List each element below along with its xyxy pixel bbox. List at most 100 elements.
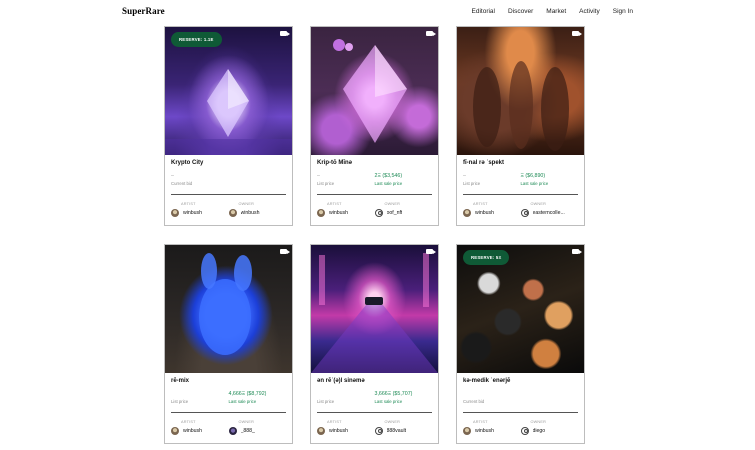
price-label: List price xyxy=(317,399,335,404)
last-sale-label: Last sale price xyxy=(520,181,549,186)
owner-block: OWNER 888vault xyxy=(374,420,433,435)
nav-links: Editorial Discover Market Activity Sign … xyxy=(472,8,634,15)
artwork-image[interactable] xyxy=(311,245,438,373)
artwork-card-cosmic-energy[interactable]: RESERVE: 5Ξ kə-medik ˈenərjē Current bid… xyxy=(456,244,585,444)
price-value: – xyxy=(171,173,174,179)
artwork-title[interactable]: rē-mix xyxy=(171,378,286,386)
nav-sign-in[interactable]: Sign In xyxy=(613,8,633,15)
divider xyxy=(171,194,286,195)
owner-name: 888vault xyxy=(386,428,407,434)
artist-name: winbush xyxy=(475,428,495,434)
artist-block: ARTIST winbush xyxy=(463,202,521,217)
artwork-image[interactable]: RESERVE: 1.1E xyxy=(165,27,292,155)
divider xyxy=(317,412,432,413)
owner-name: oof_nft xyxy=(386,210,403,216)
owner-link[interactable]: winbush xyxy=(228,209,287,217)
artist-name: winbush xyxy=(183,428,203,434)
artist-link[interactable]: winbush xyxy=(317,209,375,217)
artist-link[interactable]: winbush xyxy=(171,209,229,217)
owner-link[interactable]: diego xyxy=(520,427,579,435)
artwork-image[interactable]: RESERVE: 5Ξ xyxy=(457,245,584,373)
price-label: List price xyxy=(317,181,335,186)
price-label: Current bid xyxy=(463,399,485,404)
last-sale-value: 4,666Ξ ($8,792) xyxy=(228,391,267,397)
artwork-image[interactable] xyxy=(165,245,292,373)
user-placeholder-icon xyxy=(520,427,529,435)
owner-label: OWNER xyxy=(530,202,547,206)
owner-name: easterncolle... xyxy=(532,210,565,216)
owner-name: diego xyxy=(532,428,546,434)
video-icon xyxy=(280,31,290,36)
nav-activity[interactable]: Activity xyxy=(579,8,600,15)
artist-link[interactable]: winbush xyxy=(463,427,521,435)
artwork-card-unreal-cinema[interactable]: ən rēˈ(ə)l sinəmə List price 3,666Ξ ($5,… xyxy=(310,244,439,444)
logo[interactable]: SuperRare xyxy=(122,6,165,16)
owner-block: OWNER winbush xyxy=(228,202,287,217)
avatar xyxy=(317,427,325,435)
artwork-card-remix[interactable]: rē-mix List price 4,666Ξ ($8,792) Last s… xyxy=(164,244,293,444)
owner-link[interactable]: 888vault xyxy=(374,427,433,435)
avatar xyxy=(171,427,179,435)
avatar xyxy=(317,209,325,217)
artwork-card-final-respekt[interactable]: fī-nal rə ˈspekt – List price Ξ ($6,890)… xyxy=(456,26,585,226)
last-sale-value: 2Ξ ($3,546) xyxy=(374,173,403,179)
artist-label: ARTIST xyxy=(473,420,488,424)
owner-block: OWNER _888_ xyxy=(228,420,287,435)
owner-link[interactable]: easterncolle... xyxy=(520,209,579,217)
owner-block: OWNER easterncolle... xyxy=(520,202,579,217)
owner-label: OWNER xyxy=(530,420,547,424)
artist-link[interactable]: winbush xyxy=(463,209,521,217)
owner-label: OWNER xyxy=(384,420,401,424)
owner-label: OWNER xyxy=(238,202,255,206)
artist-block: ARTIST winbush xyxy=(463,420,521,435)
artist-link[interactable]: winbush xyxy=(317,427,375,435)
divider xyxy=(317,194,432,195)
owner-label: OWNER xyxy=(384,202,401,206)
artist-block: ARTIST winbush xyxy=(171,420,229,435)
artwork-title[interactable]: Krypto City xyxy=(171,160,286,168)
owner-label: OWNER xyxy=(238,420,255,424)
artwork-card-krypto-city[interactable]: RESERVE: 1.1E Krypto City – Current bid … xyxy=(164,26,293,226)
last-sale-value xyxy=(229,173,287,180)
artist-name: winbush xyxy=(183,210,203,216)
artist-block: ARTIST winbush xyxy=(317,202,375,217)
nav-market[interactable]: Market xyxy=(546,8,566,15)
artwork-image[interactable] xyxy=(311,27,438,155)
last-sale-label: Last sale price xyxy=(228,399,257,404)
divider xyxy=(463,412,578,413)
user-placeholder-icon xyxy=(374,427,383,435)
price-label: List price xyxy=(463,181,481,186)
price-value xyxy=(317,391,375,398)
artist-label: ARTIST xyxy=(181,202,196,206)
last-sale-value: 3,666Ξ ($5,707) xyxy=(374,391,413,397)
nav-editorial[interactable]: Editorial xyxy=(472,8,495,15)
avatar xyxy=(228,427,237,435)
last-sale-label: Last sale price xyxy=(374,399,403,404)
top-navigation: SuperRare Editorial Discover Market Acti… xyxy=(0,0,755,22)
price-value: – xyxy=(317,173,320,179)
price-label: List price xyxy=(171,399,189,404)
artwork-title[interactable]: kə-medik ˈenərjē xyxy=(463,378,578,386)
divider xyxy=(171,412,286,413)
artist-name: winbush xyxy=(475,210,495,216)
video-icon xyxy=(426,31,436,36)
owner-link[interactable]: _888_ xyxy=(228,427,287,435)
avatar xyxy=(171,209,179,217)
artwork-card-kripto-mine[interactable]: Krip-tō Mīnə – List price 2Ξ ($3,546) La… xyxy=(310,26,439,226)
artist-label: ARTIST xyxy=(327,420,342,424)
video-icon xyxy=(426,249,436,254)
artist-label: ARTIST xyxy=(181,420,196,424)
artwork-image[interactable] xyxy=(457,27,584,155)
owner-name: winbush xyxy=(240,210,260,216)
divider xyxy=(463,194,578,195)
artist-name: winbush xyxy=(329,428,349,434)
last-sale-value: Ξ ($6,890) xyxy=(520,173,546,179)
artwork-title[interactable]: Krip-tō Mīnə xyxy=(317,160,432,168)
artwork-title[interactable]: fī-nal rə ˈspekt xyxy=(463,160,578,168)
artist-name: winbush xyxy=(329,210,349,216)
owner-link[interactable]: oof_nft xyxy=(374,209,433,217)
artist-link[interactable]: winbush xyxy=(171,427,229,435)
nav-discover[interactable]: Discover xyxy=(508,8,533,15)
video-icon xyxy=(572,31,582,36)
artwork-title[interactable]: ən rēˈ(ə)l sinəmə xyxy=(317,378,432,386)
